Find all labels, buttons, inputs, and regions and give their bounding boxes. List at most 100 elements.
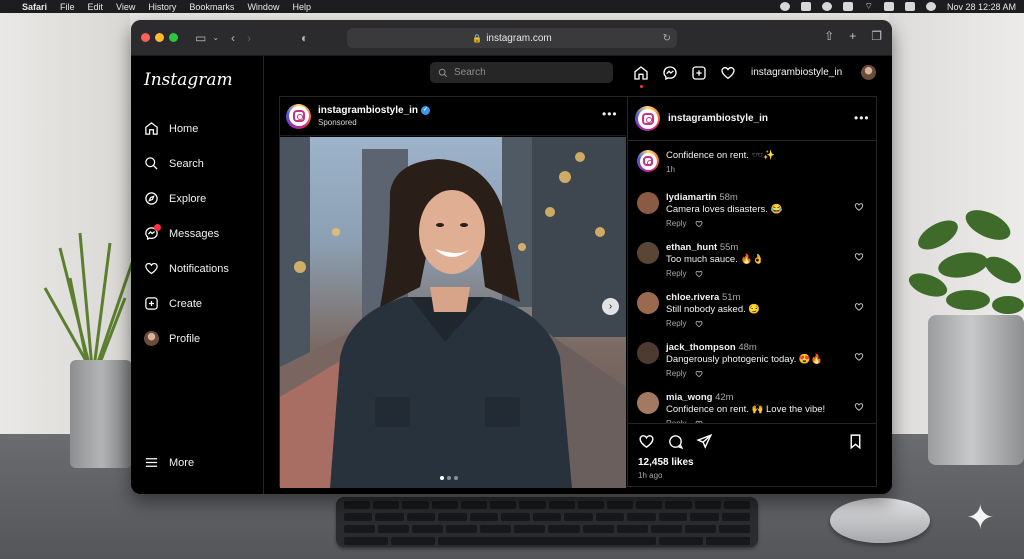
more-options-icon[interactable]: •••: [854, 111, 870, 125]
wifi-icon[interactable]: ⌔: [864, 1, 872, 12]
comment-time: 42m: [715, 392, 734, 403]
menu-icon: [145, 458, 158, 467]
sidebar-item-home[interactable]: Home: [131, 111, 263, 146]
avatar[interactable]: [637, 392, 659, 414]
post-comments-column: instagrambiostyle_in ••• Confidence on r…: [627, 97, 876, 486]
control-center-icon[interactable]: [904, 2, 915, 11]
like-comment-heart-icon[interactable]: [854, 302, 864, 312]
back-icon[interactable]: ‹: [231, 31, 235, 45]
comments-list: Confidence on rent. 🕶️✨ 1h lydiamartin 5…: [628, 142, 876, 423]
siri-icon[interactable]: [925, 2, 936, 11]
photoshop-icon[interactable]: [801, 2, 812, 11]
comments-header: instagrambiostyle_in •••: [628, 97, 876, 141]
plant-right: [908, 210, 1024, 314]
top-home-button[interactable]: [633, 65, 649, 88]
like-comment-heart-icon[interactable]: [854, 402, 864, 412]
next-image-button[interactable]: ›: [602, 298, 619, 315]
tab-overview-icon[interactable]: ❐: [871, 29, 882, 43]
sidebar-toggle-icon[interactable]: ▭: [195, 31, 206, 45]
reply-link[interactable]: Reply: [666, 368, 686, 380]
heart-icon[interactable]: [695, 270, 703, 278]
reply-link[interactable]: Reply: [666, 268, 686, 280]
search-input[interactable]: Search: [430, 62, 613, 83]
menu-app-name[interactable]: Safari: [22, 2, 47, 12]
share-icon[interactable]: ⇧: [824, 29, 834, 43]
menu-bookmarks[interactable]: Bookmarks: [189, 2, 234, 12]
sidebar-label-create: Create: [169, 297, 203, 310]
chevron-down-icon[interactable]: ⌄: [212, 33, 219, 42]
comment-text: Too much sauce. 🔥👌: [666, 254, 765, 265]
minimize-window-button[interactable]: [155, 33, 164, 42]
plus-square-icon[interactable]: [691, 65, 707, 81]
shield-icon[interactable]: ◐: [301, 31, 308, 45]
post-time-ago: 1h ago: [638, 471, 663, 480]
carousel-dots: [440, 476, 458, 480]
instagram-logo-avatar[interactable]: [635, 106, 660, 131]
avatar[interactable]: [637, 292, 659, 314]
like-comment-heart-icon[interactable]: [854, 352, 864, 362]
bookmark-icon[interactable]: [847, 433, 864, 450]
menubar-datetime[interactable]: Nov 28 12:28 AM: [947, 2, 1016, 12]
instagram-logo-avatar[interactable]: [637, 150, 659, 172]
menu-history[interactable]: History: [148, 2, 176, 12]
comment-username[interactable]: mia_wong: [666, 392, 712, 403]
comment-username[interactable]: chloe.rivera: [666, 292, 719, 303]
menu-view[interactable]: View: [116, 2, 135, 12]
comment-icon[interactable]: [667, 433, 684, 450]
new-tab-icon[interactable]: +: [849, 29, 856, 43]
menu-file[interactable]: File: [60, 2, 75, 12]
instagram-logo[interactable]: Instagram: [131, 70, 263, 90]
zoom-window-button[interactable]: [169, 33, 178, 42]
messenger-icon[interactable]: [662, 65, 678, 81]
reply-link[interactable]: Reply: [666, 318, 686, 330]
reply-link[interactable]: Reply: [666, 218, 686, 230]
display-icon[interactable]: [843, 2, 854, 11]
compass-icon: [145, 192, 158, 205]
comment-username[interactable]: ethan_hunt: [666, 242, 717, 253]
sidebar-item-create[interactable]: Create: [131, 286, 263, 321]
plant-pot-left: [70, 360, 132, 468]
like-comment-heart-icon[interactable]: [854, 202, 864, 212]
close-window-button[interactable]: [141, 33, 150, 42]
avatar[interactable]: [637, 192, 659, 214]
comment-username[interactable]: lydiamartin: [666, 192, 717, 203]
heart-icon[interactable]: [720, 65, 736, 81]
avatar[interactable]: [637, 242, 659, 264]
heart-icon[interactable]: [695, 370, 703, 378]
more-options-icon[interactable]: •••: [602, 107, 618, 121]
sidebar-item-search[interactable]: Search: [131, 146, 263, 181]
avatar[interactable]: [637, 342, 659, 364]
play-icon[interactable]: [780, 2, 791, 11]
post-username[interactable]: instagrambiostyle_in: [318, 105, 418, 116]
status-icon[interactable]: [822, 2, 833, 11]
sidebar-item-explore[interactable]: Explore: [131, 181, 263, 216]
comments-header-username[interactable]: instagrambiostyle_in: [668, 113, 768, 124]
menu-help[interactable]: Help: [292, 2, 311, 12]
menu-edit[interactable]: Edit: [88, 2, 104, 12]
post-photo[interactable]: ›: [280, 137, 626, 488]
address-bar[interactable]: 🔒 instagram.com ↻: [347, 28, 677, 48]
reload-icon[interactable]: ↻: [663, 33, 671, 44]
heart-icon[interactable]: [695, 320, 703, 328]
likes-count[interactable]: 12,458 likes: [638, 457, 866, 468]
forward-icon[interactable]: ›: [247, 31, 251, 45]
home-icon: [145, 122, 158, 135]
search-menubar-icon[interactable]: [883, 2, 894, 11]
sidebar-item-messages[interactable]: Messages: [131, 216, 263, 251]
instagram-logo-avatar[interactable]: [286, 103, 311, 129]
header-username[interactable]: instagrambiostyle_in: [751, 67, 842, 78]
share-icon[interactable]: [696, 433, 713, 450]
sidebar-label-profile: Profile: [169, 332, 201, 345]
like-comment-heart-icon[interactable]: [854, 252, 864, 262]
menu-window[interactable]: Window: [247, 2, 279, 12]
sidebar-item-profile[interactable]: Profile: [131, 321, 263, 356]
heart-icon[interactable]: [695, 220, 703, 228]
safari-toolbar: ▭ ⌄ ‹ › ◐ 🔒 instagram.com ↻ ⇧ + ❐: [131, 20, 892, 56]
comment-username[interactable]: jack_thompson: [666, 342, 736, 353]
sidebar-label-explore: Explore: [169, 192, 207, 205]
avatar[interactable]: [861, 65, 876, 80]
like-heart-icon[interactable]: [638, 433, 655, 450]
sidebar-item-more[interactable]: More: [131, 445, 194, 480]
sidebar-item-notifications[interactable]: Notifications: [131, 251, 263, 286]
comment-text: Camera loves disasters. 😂: [666, 204, 783, 215]
